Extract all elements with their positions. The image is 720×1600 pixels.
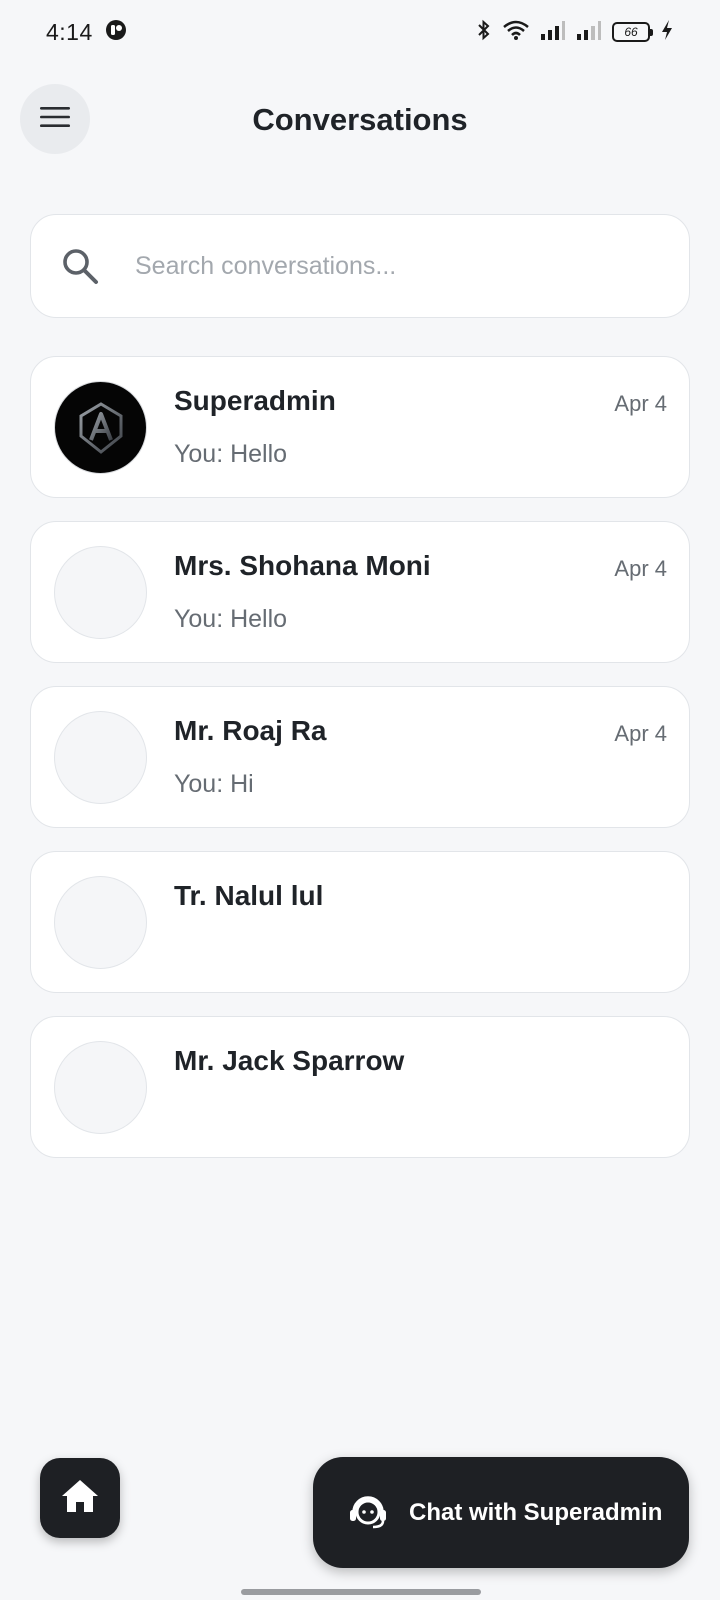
charging-icon — [660, 19, 674, 46]
conversation-preview: You: Hi — [174, 770, 254, 798]
conversation-list: Superadmin Apr 4 You: Hello Mrs. Shohana… — [30, 356, 690, 1181]
headset-support-icon — [347, 1490, 389, 1535]
home-button[interactable] — [40, 1458, 120, 1538]
superadmin-logo-icon — [79, 401, 122, 454]
conversation-item-shohana-moni[interactable]: Mrs. Shohana Moni Apr 4 You: Hello — [30, 521, 690, 663]
conversation-item-nalul-lul[interactable]: Tr. Nalul lul — [30, 851, 690, 993]
avatar — [54, 876, 147, 969]
conversation-name: Mr. Roaj Ra — [174, 715, 327, 746]
conversation-name: Tr. Nalul lul — [174, 880, 324, 911]
conversation-item-roaj-ra[interactable]: Mr. Roaj Ra Apr 4 You: Hi — [30, 686, 690, 828]
avatar — [54, 1041, 147, 1134]
search-icon — [59, 245, 101, 287]
conversation-name: Mr. Jack Sparrow — [174, 1045, 405, 1076]
bluetooth-icon — [476, 19, 492, 46]
status-bar: 4:14 66 — [0, 0, 720, 64]
conversation-name: Mrs. Shohana Moni — [174, 550, 431, 581]
conversation-date: Apr 4 — [614, 721, 667, 746]
conversation-date: Apr 4 — [614, 556, 667, 581]
header: Conversations — [0, 84, 720, 156]
menu-button[interactable] — [20, 84, 90, 154]
signal-icon — [540, 19, 566, 46]
conversation-preview: You: Hello — [174, 440, 288, 468]
search-input[interactable] — [135, 251, 635, 281]
conversation-name: Superadmin — [174, 385, 336, 416]
hamburger-menu-icon — [39, 105, 71, 134]
avatar — [54, 381, 147, 474]
home-icon — [60, 1478, 100, 1519]
battery-indicator: 66 — [612, 22, 653, 42]
chat-with-superadmin-label: Chat with Superadmin — [409, 1498, 663, 1526]
signal-icon-secondary — [576, 19, 602, 46]
conversation-item-superadmin[interactable]: Superadmin Apr 4 You: Hello — [30, 356, 690, 498]
conversation-item-jack-sparrow[interactable]: Mr. Jack Sparrow — [30, 1016, 690, 1158]
conversations-screen: 4:14 66 Conversations Search conversatio… — [0, 0, 720, 1600]
wifi-icon — [502, 19, 530, 46]
status-time: 4:14 — [46, 18, 93, 45]
conversation-preview: You: Hello — [174, 605, 288, 633]
chat-with-superadmin-button[interactable]: Chat with Superadmin — [313, 1457, 689, 1568]
search-box[interactable] — [30, 214, 690, 318]
avatar — [54, 711, 147, 804]
page-title: Conversations — [252, 102, 468, 137]
gesture-navigation-bar[interactable] — [241, 1589, 481, 1595]
conversation-date: Apr 4 — [614, 391, 667, 416]
app-notification-icon — [105, 19, 127, 46]
avatar — [54, 546, 147, 639]
